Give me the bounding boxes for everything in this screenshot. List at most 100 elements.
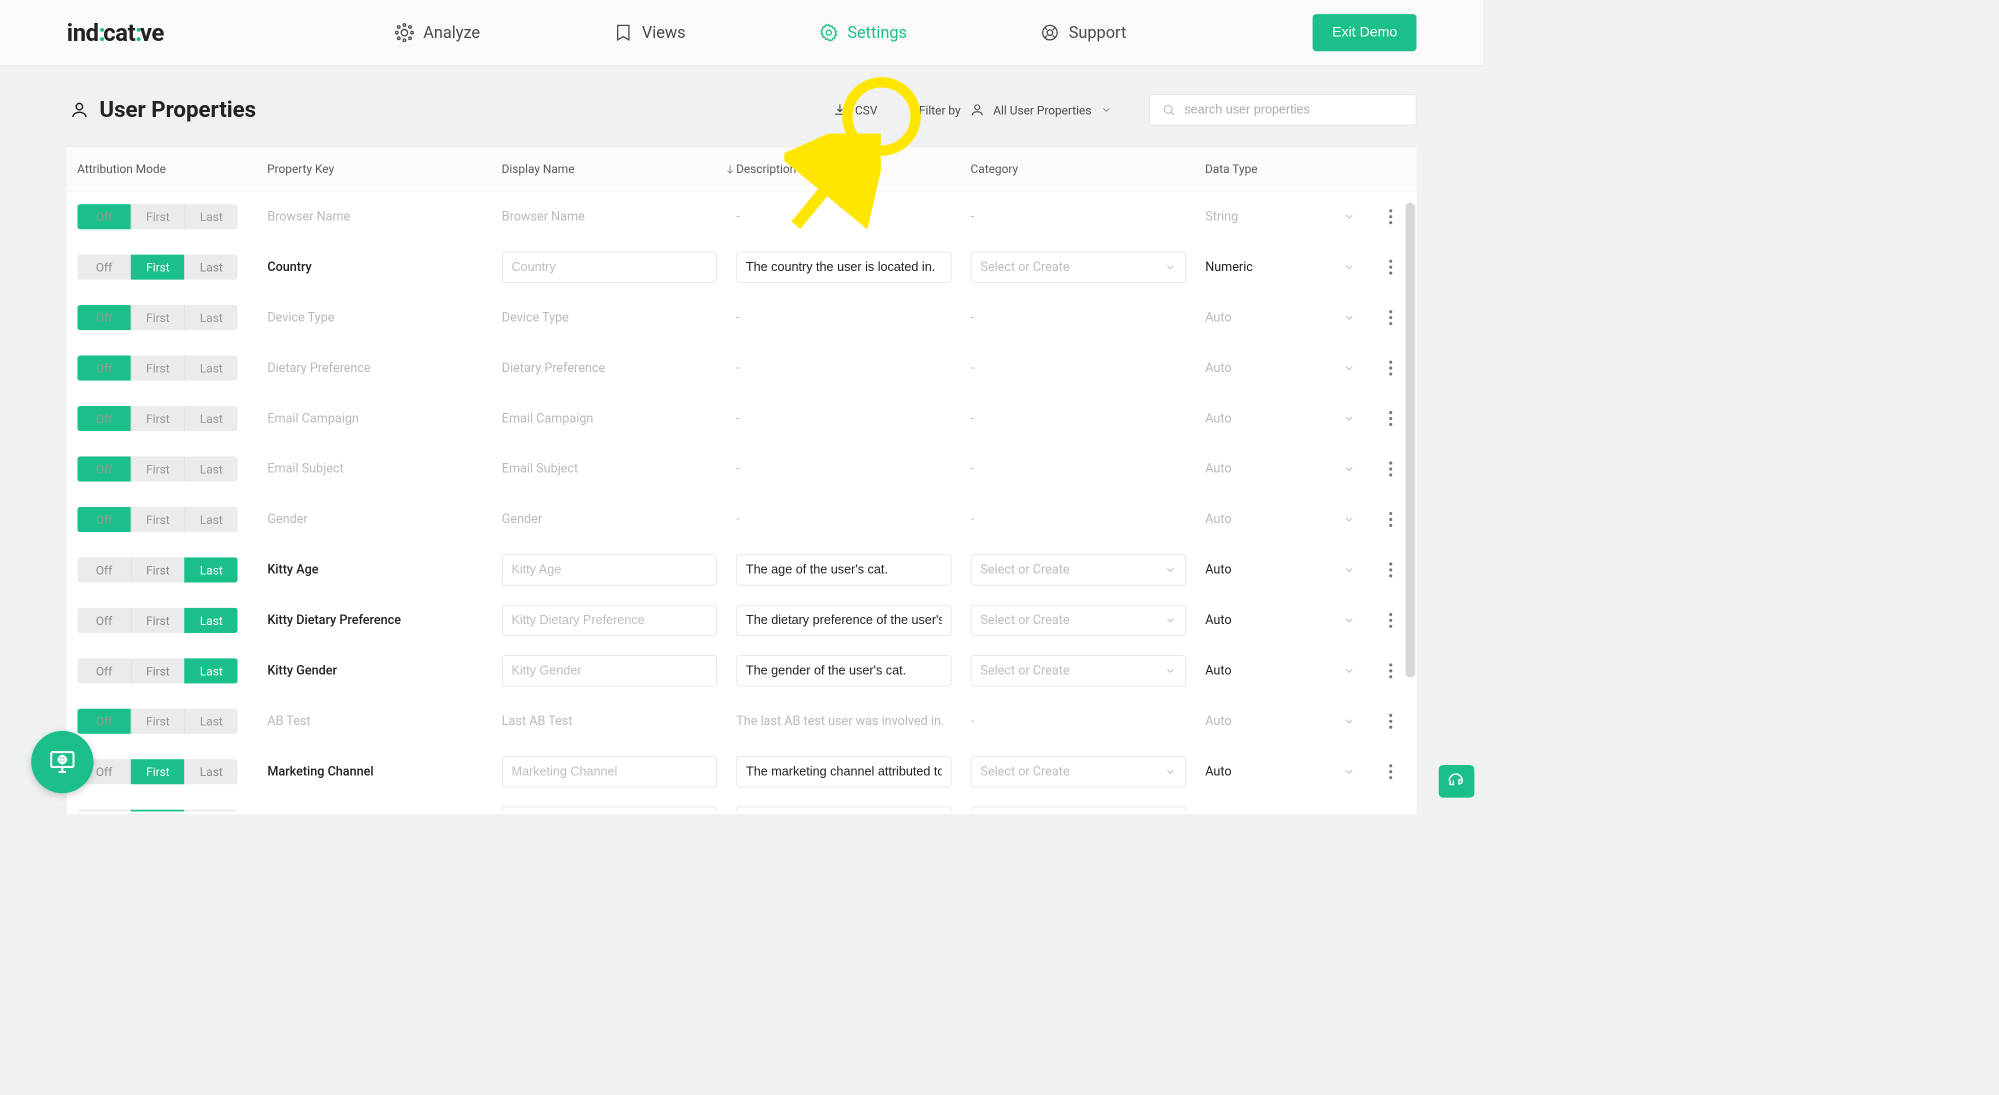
seg-off[interactable]: Off (77, 709, 130, 734)
seg-off[interactable]: Off (77, 608, 130, 633)
seg-last[interactable]: Last (184, 255, 237, 280)
category-select[interactable]: Select or Create (971, 655, 1186, 686)
exit-demo-button[interactable]: Exit Demo (1313, 14, 1417, 51)
seg-first[interactable]: First (131, 810, 184, 811)
seg-last[interactable]: Last (184, 456, 237, 481)
data-type-select[interactable]: Auto (1205, 663, 1368, 678)
seg-first[interactable]: First (131, 608, 184, 633)
seg-last[interactable]: Last (184, 810, 237, 811)
attribution-toggle[interactable]: Off First Last (77, 759, 237, 784)
description-input[interactable] (736, 252, 951, 283)
search-wrap[interactable] (1149, 94, 1416, 125)
attribution-toggle[interactable]: Off First Last (77, 456, 237, 481)
logo[interactable]: ind:cat:ve (67, 19, 164, 47)
display-name-input[interactable] (502, 252, 717, 283)
col-type[interactable]: Data Type (1205, 162, 1368, 176)
data-type-select[interactable]: Auto (1205, 361, 1368, 376)
seg-last[interactable]: Last (184, 204, 237, 229)
display-name-input[interactable] (502, 605, 717, 636)
attribution-toggle[interactable]: Off First Last (77, 255, 237, 280)
col-display[interactable]: Display Name (502, 162, 736, 176)
seg-off[interactable]: Off (77, 658, 130, 683)
attribution-toggle[interactable]: Off First Last (77, 810, 237, 811)
col-cat[interactable]: Category (971, 162, 1205, 176)
attribution-toggle[interactable]: Off First Last (77, 608, 237, 633)
seg-last[interactable]: Last (184, 406, 237, 431)
data-type-select[interactable]: String (1205, 209, 1368, 224)
display-name-input[interactable] (502, 554, 717, 585)
display-name-input[interactable] (502, 756, 717, 787)
category-select[interactable]: Select or Create (971, 605, 1186, 636)
seg-first[interactable]: First (131, 456, 184, 481)
row-menu-button[interactable] (1368, 755, 1413, 788)
chat-fab[interactable] (1439, 765, 1475, 798)
col-attr[interactable]: Attribution Mode (77, 162, 267, 176)
seg-last[interactable]: Last (184, 608, 237, 633)
seg-last[interactable]: Last (184, 658, 237, 683)
seg-first[interactable]: First (131, 355, 184, 380)
description-input[interactable] (736, 807, 951, 811)
attribution-toggle[interactable]: Off First Last (77, 557, 237, 582)
seg-off[interactable]: Off (77, 305, 130, 330)
nav-settings[interactable]: Settings (819, 23, 907, 42)
data-type-select[interactable]: Auto (1205, 411, 1368, 426)
seg-first[interactable]: First (131, 305, 184, 330)
attribution-toggle[interactable]: Off First Last (77, 507, 237, 532)
description-input[interactable] (736, 655, 951, 686)
seg-first[interactable]: First (131, 507, 184, 532)
seg-off[interactable]: Off (77, 810, 130, 811)
nav-analyze[interactable]: Analyze (395, 23, 480, 42)
display-name-input[interactable] (502, 807, 717, 811)
row-menu-button[interactable] (1368, 806, 1413, 811)
seg-off[interactable]: Off (77, 255, 130, 280)
attribution-toggle[interactable]: Off First Last (77, 658, 237, 683)
nav-support[interactable]: Support (1040, 23, 1126, 42)
attribution-toggle[interactable]: Off First Last (77, 355, 237, 380)
seg-last[interactable]: Last (184, 557, 237, 582)
seg-first[interactable]: First (131, 204, 184, 229)
attribution-toggle[interactable]: Off First Last (77, 709, 237, 734)
seg-off[interactable]: Off (77, 456, 130, 481)
attribution-toggle[interactable]: Off First Last (77, 305, 237, 330)
display-name-input[interactable] (502, 655, 717, 686)
seg-first[interactable]: First (131, 557, 184, 582)
attribution-toggle[interactable]: Off First Last (77, 204, 237, 229)
seg-off[interactable]: Off (77, 355, 130, 380)
seg-last[interactable]: Last (184, 709, 237, 734)
seg-off[interactable]: Off (77, 204, 130, 229)
data-type-select[interactable]: Auto (1205, 714, 1368, 729)
category-select[interactable]: Select or Create (971, 554, 1186, 585)
seg-first[interactable]: First (131, 406, 184, 431)
search-input[interactable] (1184, 102, 1404, 117)
data-type-select[interactable]: Auto (1205, 764, 1368, 779)
csv-button[interactable]: CSV (822, 96, 887, 123)
col-key[interactable]: Property Key (267, 162, 501, 176)
seg-off[interactable]: Off (77, 557, 130, 582)
description-input[interactable] (736, 756, 951, 787)
nav-views[interactable]: Views (614, 23, 686, 42)
category-select[interactable]: Select or Create (971, 807, 1186, 811)
seg-last[interactable]: Last (184, 355, 237, 380)
data-type-select[interactable]: Auto (1205, 613, 1368, 628)
seg-off[interactable]: Off (77, 507, 130, 532)
row-menu-button[interactable] (1368, 705, 1413, 738)
seg-first[interactable]: First (131, 709, 184, 734)
seg-off[interactable]: Off (77, 406, 130, 431)
seg-last[interactable]: Last (184, 759, 237, 784)
data-type-select[interactable]: Auto (1205, 512, 1368, 527)
filter-by[interactable]: Filter by All User Properties (919, 102, 1112, 117)
seg-first[interactable]: First (131, 658, 184, 683)
data-type-select[interactable]: Auto (1205, 562, 1368, 577)
seg-last[interactable]: Last (184, 305, 237, 330)
data-type-select[interactable]: Numeric (1205, 260, 1368, 275)
seg-last[interactable]: Last (184, 507, 237, 532)
scrollbar[interactable] (1405, 203, 1415, 678)
data-type-select[interactable]: Auto (1205, 310, 1368, 325)
category-select[interactable]: Select or Create (971, 252, 1186, 283)
description-input[interactable] (736, 554, 951, 585)
help-fab[interactable] (31, 731, 93, 793)
col-desc[interactable]: Description (736, 162, 970, 176)
seg-first[interactable]: First (131, 759, 184, 784)
seg-first[interactable]: First (131, 255, 184, 280)
attribution-toggle[interactable]: Off First Last (77, 406, 237, 431)
